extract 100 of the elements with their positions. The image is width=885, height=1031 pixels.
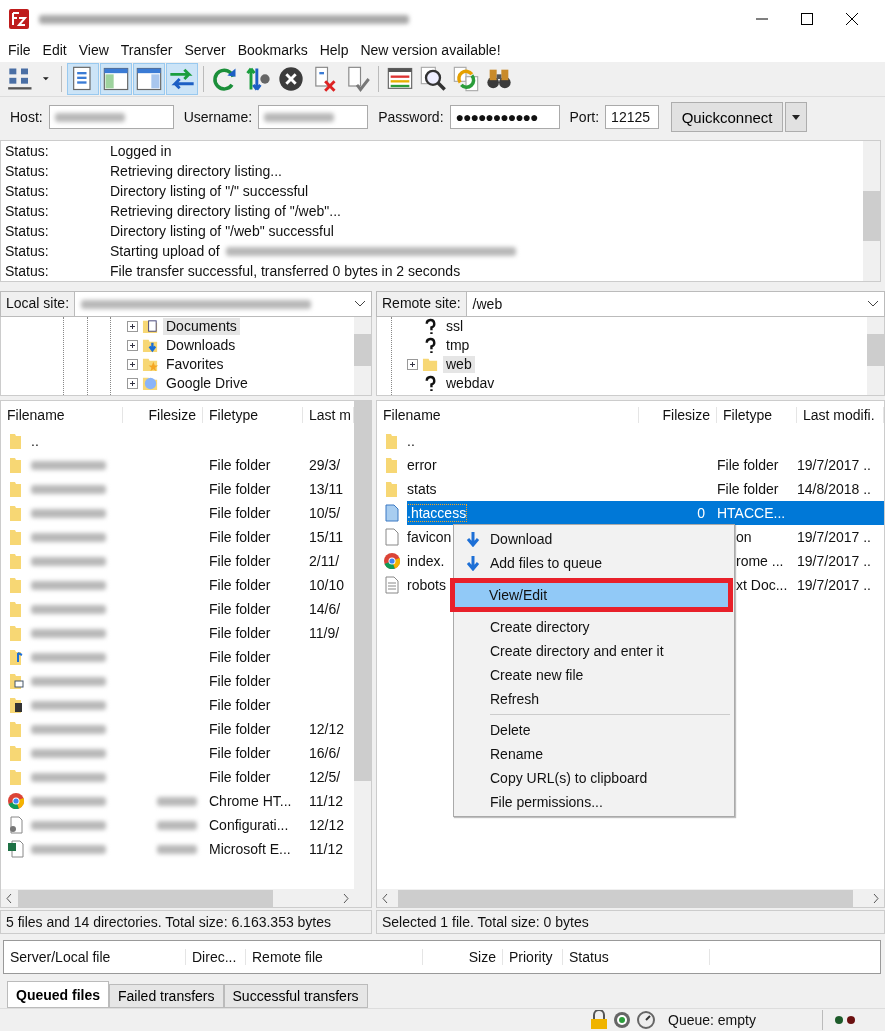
port-field[interactable]: 12125 <box>605 105 660 129</box>
file-type: rome ... <box>736 553 784 569</box>
file-type: File folder <box>717 481 779 497</box>
file-name[interactable]: .. <box>31 433 39 449</box>
tree-item[interactable]: Downloads <box>163 337 239 354</box>
cancel-icon[interactable] <box>276 64 306 94</box>
text-file-icon <box>383 576 401 594</box>
log-message: File transfer successful, transferred 0 bytes in 2 seconds <box>110 263 461 279</box>
scrollbar[interactable] <box>377 889 884 907</box>
column-header[interactable]: Filetype <box>717 407 797 423</box>
tree-item[interactable]: Documents <box>163 318 240 335</box>
column-header[interactable]: Filename <box>377 407 639 423</box>
scrollbar[interactable] <box>354 401 371 907</box>
file-name[interactable]: .. <box>407 433 415 449</box>
expand-icon[interactable] <box>127 321 138 332</box>
download-icon <box>466 555 480 571</box>
tab[interactable]: Failed transfers <box>109 984 224 1008</box>
menu-item[interactable]: Copy URL(s) to clipboard <box>456 766 732 790</box>
file-icon <box>383 528 401 546</box>
scrollbar[interactable] <box>867 317 884 395</box>
menu-item[interactable]: Create directory <box>456 615 732 639</box>
file-name[interactable]: robots <box>407 577 446 593</box>
close-icon[interactable] <box>846 13 858 25</box>
column-header[interactable]: Direc... <box>186 949 246 965</box>
tree-item[interactable]: web <box>443 356 475 373</box>
file-date: 11/12 <box>309 841 343 857</box>
quickconnect-dropdown[interactable] <box>785 102 808 132</box>
menu-item[interactable]: File <box>8 42 31 58</box>
username-field[interactable] <box>258 105 369 129</box>
file-name[interactable]: favicon <box>407 529 452 545</box>
tree-item[interactable]: ssl <box>443 318 467 335</box>
expand-icon[interactable] <box>127 340 138 351</box>
tab[interactable]: Successful transfers <box>223 984 368 1008</box>
file-date: 10/5/ <box>309 505 341 521</box>
menu-item[interactable]: Refresh <box>456 687 732 711</box>
file-type: File folder <box>209 673 271 689</box>
menu-item[interactable]: Bookmarks <box>237 42 308 58</box>
file-type: Configurati... <box>209 817 289 833</box>
menu-item[interactable]: Create directory and enter it <box>456 639 732 663</box>
tree-item[interactable]: Google Drive <box>163 375 251 392</box>
column-header[interactable]: Filesize <box>639 407 717 423</box>
menu-item[interactable]: Server <box>184 42 226 58</box>
host-field[interactable] <box>48 105 174 129</box>
menu-item[interactable]: View/Edit <box>455 583 728 607</box>
expand-icon[interactable] <box>407 359 418 370</box>
menu-item[interactable]: Add files to queue <box>456 551 732 575</box>
redacted-text <box>157 796 197 806</box>
column-header[interactable]: Remote file <box>246 949 423 965</box>
password-field[interactable]: ●●●●●●●●●●● <box>449 105 560 129</box>
column-header[interactable]: Server/Local file <box>4 949 186 965</box>
tree-item[interactable]: webdav <box>443 375 498 392</box>
file-type: on <box>736 529 752 545</box>
redacted-text <box>264 112 335 122</box>
file-date: 11/12 <box>309 793 343 809</box>
menu-item[interactable]: Delete <box>456 718 732 742</box>
expand-icon[interactable] <box>127 378 138 389</box>
folder-icon <box>422 356 439 373</box>
column-header[interactable]: Priority <box>503 949 563 965</box>
file-type: File folder <box>209 505 271 521</box>
column-header[interactable]: Filetype <box>203 407 303 423</box>
scrollbar[interactable] <box>354 317 371 395</box>
local-tree-icon[interactable] <box>101 64 131 94</box>
tab[interactable]: Queued files <box>7 981 110 1008</box>
search-icon[interactable] <box>418 64 448 94</box>
file-name[interactable]: error <box>407 457 437 473</box>
column-header[interactable]: Status <box>563 949 710 965</box>
column-header[interactable]: Filename <box>1 407 123 423</box>
menu-item[interactable]: Rename <box>456 742 732 766</box>
file-name[interactable]: index. <box>407 553 445 569</box>
menu-item[interactable]: Download <box>456 527 732 551</box>
file-name[interactable]: stats <box>407 481 437 497</box>
scrollbar[interactable] <box>1 889 354 907</box>
expand-icon[interactable] <box>127 359 138 370</box>
tree-item[interactable]: tmp <box>443 337 473 354</box>
menu-item[interactable]: Help <box>319 42 349 58</box>
menu-item[interactable]: File permissions... <box>456 790 732 814</box>
download-folder-icon <box>142 337 159 354</box>
message-log-icon[interactable] <box>68 64 98 94</box>
file-date: 29/3/ <box>309 457 341 473</box>
quickconnect-button[interactable]: Quickconnect <box>671 102 784 132</box>
tree-item[interactable]: Favorites <box>163 356 227 373</box>
file-date: 13/11 <box>309 481 343 497</box>
menu-item[interactable]: View <box>78 42 109 58</box>
remote-tree-icon[interactable] <box>134 64 164 94</box>
transfer-queue-icon[interactable] <box>167 64 197 94</box>
path-dropdown[interactable]: /web <box>466 292 884 316</box>
download-icon <box>466 531 480 547</box>
maximize-icon[interactable] <box>801 13 813 25</box>
scrollbar[interactable] <box>863 141 880 281</box>
column-header[interactable]: Last modifi. <box>797 407 884 423</box>
file-date: 14/6/ <box>309 601 341 617</box>
column-header[interactable]: Filesize <box>123 407 203 423</box>
menu-item[interactable]: Transfer <box>120 42 173 58</box>
menu-item[interactable]: Edit <box>42 42 67 58</box>
menu-item[interactable]: Create new file <box>456 663 732 687</box>
file-name[interactable]: .htaccess <box>407 505 467 521</box>
log-label: Status: <box>5 183 50 199</box>
log-message: Logged in <box>110 143 172 159</box>
menu-item[interactable]: New version available! <box>360 42 501 58</box>
column-header[interactable]: Size <box>423 949 503 965</box>
